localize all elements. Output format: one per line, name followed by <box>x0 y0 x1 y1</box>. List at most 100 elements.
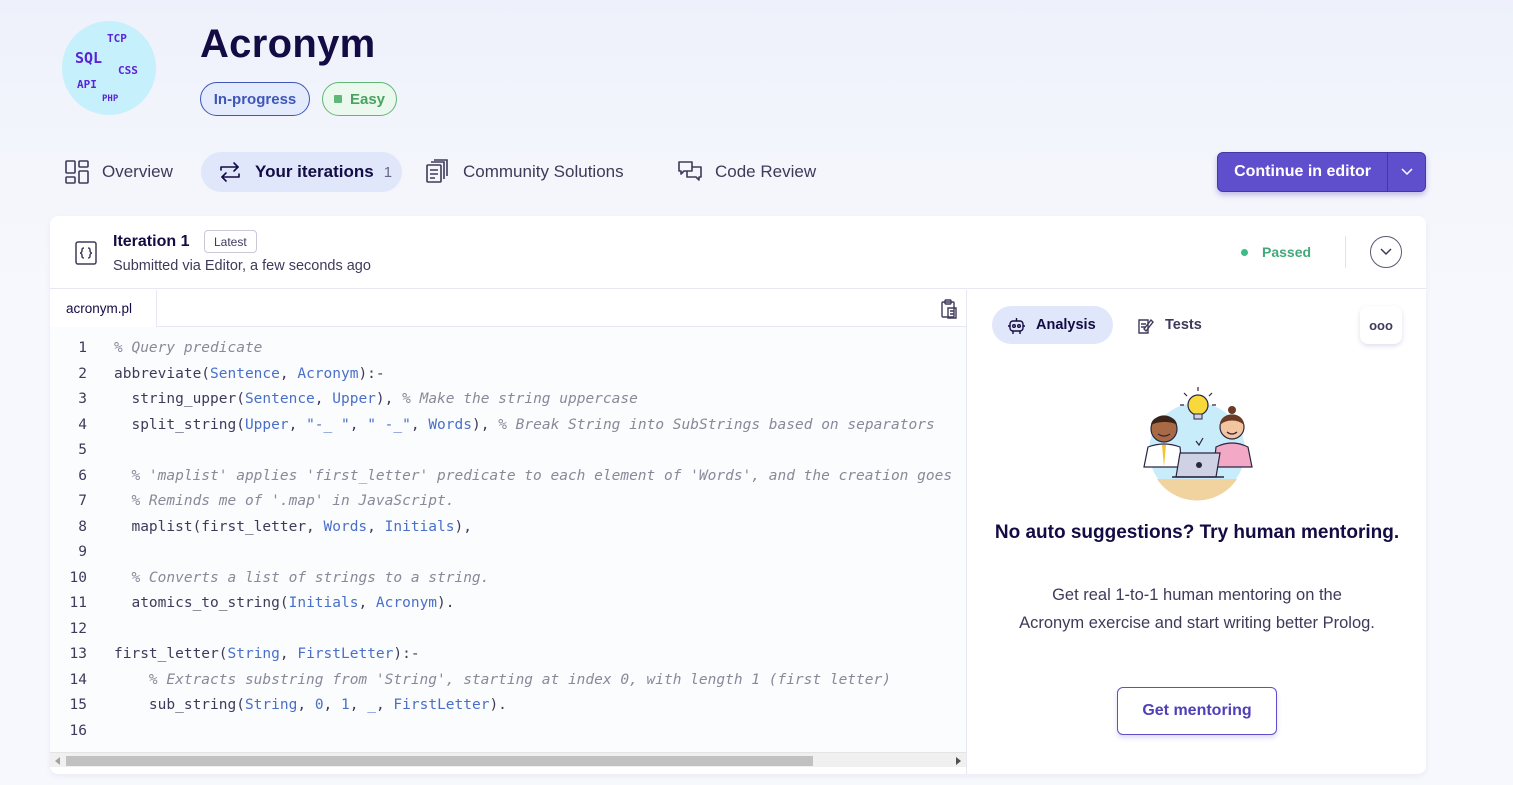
file-tab[interactable]: acronym.pl <box>50 290 157 327</box>
line-code: string_upper(Sentence, Upper), % Make th… <box>114 391 638 407</box>
scroll-right-icon[interactable] <box>956 757 961 765</box>
chevron-down-icon <box>1380 248 1392 256</box>
mentoring-illustration <box>1143 387 1253 501</box>
continue-in-editor-button[interactable]: Continue in editor <box>1217 152 1426 192</box>
tab-tests[interactable]: Tests <box>1136 306 1202 344</box>
scroll-left-icon[interactable] <box>55 757 60 765</box>
code-line: 7 % Reminds me of '.map' in JavaScript. <box>50 489 966 515</box>
code-line: 5 <box>50 438 966 464</box>
iteration-panel: Iteration 1 Latest Submitted via Editor,… <box>50 216 1426 774</box>
line-number: 9 <box>78 544 87 560</box>
code-file-icon <box>75 241 97 265</box>
line-code: % Converts a list of strings to a string… <box>131 569 490 586</box>
overview-icon <box>65 160 89 184</box>
latest-badge: Latest <box>204 230 257 253</box>
code-line: 14 % Extracts substring from 'String', s… <box>50 668 966 694</box>
copy-to-clipboard-icon[interactable] <box>940 299 958 319</box>
line-code: % Query predicate <box>114 340 263 356</box>
tab-label: Code Review <box>715 162 817 181</box>
difficulty-dot-icon <box>333 95 342 103</box>
code-line: 2 abbreviate(Sentence, Acronym):- <box>50 362 966 388</box>
line-number: 15 <box>69 697 87 713</box>
tab-label: Tests <box>1165 317 1202 333</box>
code-line: 6 % 'maplist' applies 'first_letter' pre… <box>50 464 966 490</box>
header-divider <box>1345 236 1346 268</box>
code-line: 8 maplist(first_letter, Words, Initials)… <box>50 515 966 541</box>
tab-community-solutions[interactable]: Community Solutions <box>425 152 624 192</box>
line-number: 4 <box>78 416 87 433</box>
line-code: atomics_to_string(Initials, Acronym). <box>114 595 455 611</box>
logo-word: PHP <box>102 94 119 104</box>
tab-iterations[interactable]: Your iterations 1 <box>201 152 402 192</box>
line-number: 11 <box>69 595 87 611</box>
line-number: 6 <box>78 467 87 484</box>
tab-label: Your iterations <box>255 162 374 181</box>
scrollbar-thumb[interactable] <box>66 756 813 766</box>
line-number: 16 <box>69 722 87 739</box>
mentor-description: Get real 1-to-1 human mentoring on the A… <box>1019 586 1375 632</box>
difficulty-badge: Easy <box>322 82 397 116</box>
get-mentoring-button[interactable]: Get mentoring <box>1117 687 1277 735</box>
line-code: % Reminds me of '.map' in JavaScript. <box>131 493 455 509</box>
community-icon <box>426 159 448 183</box>
code-line: 1 % Query predicate <box>50 336 966 362</box>
line-code: split_string(Upper, "-_ ", " -_", Words)… <box>114 416 935 433</box>
line-number: 5 <box>78 442 87 458</box>
tab-overview[interactable]: Overview <box>64 152 173 192</box>
exercise-title: Acronym <box>200 22 376 66</box>
iteration-subtitle: Submitted via Editor, a few seconds ago <box>113 258 371 274</box>
iterations-count: 1 <box>383 163 393 181</box>
code-viewer: acronym.pl 1 % Query predicate 2 abbreviate… <box>50 290 967 774</box>
line-code: maplist(first_letter, Words, Initials), <box>114 518 472 535</box>
line-number: 2 <box>78 365 87 382</box>
line-code: abbreviate(Sentence, Acronym):- <box>114 365 385 382</box>
iteration-title: Iteration 1 <box>113 233 190 250</box>
code-line: 11 atomics_to_string(Initials, Acronym). <box>50 591 966 617</box>
tab-code-review[interactable]: Code Review <box>677 152 816 192</box>
line-number: 13 <box>69 646 87 662</box>
line-number: 7 <box>78 493 87 509</box>
status-dot-icon <box>1241 248 1248 256</box>
horizontal-scrollbar[interactable] <box>50 752 966 767</box>
status-badge: In-progress <box>200 82 310 116</box>
line-code: first_letter(String, FirstLetter):- <box>114 646 420 662</box>
robot-icon <box>1008 317 1025 334</box>
tab-label: Community Solutions <box>463 162 624 181</box>
mentor-title: No auto suggestions? Try human mentoring… <box>994 522 1400 543</box>
file-tabbar: acronym.pl <box>50 290 966 327</box>
tests-icon <box>1138 318 1154 334</box>
difficulty-label: Easy <box>349 90 386 108</box>
expand-iteration-button[interactable] <box>1370 236 1402 268</box>
iteration-header: Iteration 1 Latest Submitted via Editor,… <box>50 216 1426 289</box>
code-line: 16 <box>50 719 966 745</box>
logo-word: API <box>77 78 97 91</box>
tab-label: Overview <box>102 162 173 181</box>
tab-label: Analysis <box>1036 317 1096 333</box>
analysis-panel: Analysis Tests ooo No auto suggestions? … <box>968 290 1426 774</box>
code-line: 15 sub_string(String, 0, 1, _, FirstLett… <box>50 693 966 719</box>
tab-analysis[interactable]: Analysis <box>992 306 1113 344</box>
code-line: 12 <box>50 617 966 643</box>
code-body: 1 % Query predicate 2 abbreviate(Sentence, … <box>50 327 966 752</box>
line-code: % 'maplist' applies 'first_letter' predi… <box>131 467 953 484</box>
status-label: Passed <box>1262 244 1312 260</box>
chevron-down-icon[interactable] <box>1388 167 1425 177</box>
line-code: sub_string(String, 0, 1, _, FirstLetter)… <box>114 697 507 713</box>
line-number: 10 <box>69 569 87 586</box>
continue-label: Continue in editor <box>1234 163 1371 180</box>
exercise-logo: TCP SQL CSS API PHP <box>62 21 156 115</box>
code-line: 4 split_string(Upper, "-_ ", " -_", Word… <box>50 413 966 439</box>
logo-word: SQL <box>75 49 103 67</box>
code-line: 3 string_upper(Sentence, Upper), % Make … <box>50 387 966 413</box>
tests-status: Passed <box>1241 244 1311 260</box>
more-options-button[interactable]: ooo <box>1360 306 1402 344</box>
iterations-icon <box>220 162 240 182</box>
logo-word: CSS <box>118 64 138 77</box>
code-line: 9 <box>50 540 966 566</box>
chat-bubbles-icon <box>678 161 702 181</box>
line-number: 12 <box>69 620 87 637</box>
line-number: 3 <box>78 391 87 407</box>
logo-word: TCP <box>107 32 127 45</box>
code-line: 10 % Converts a list of strings to a str… <box>50 566 966 592</box>
line-number: 14 <box>69 671 87 688</box>
